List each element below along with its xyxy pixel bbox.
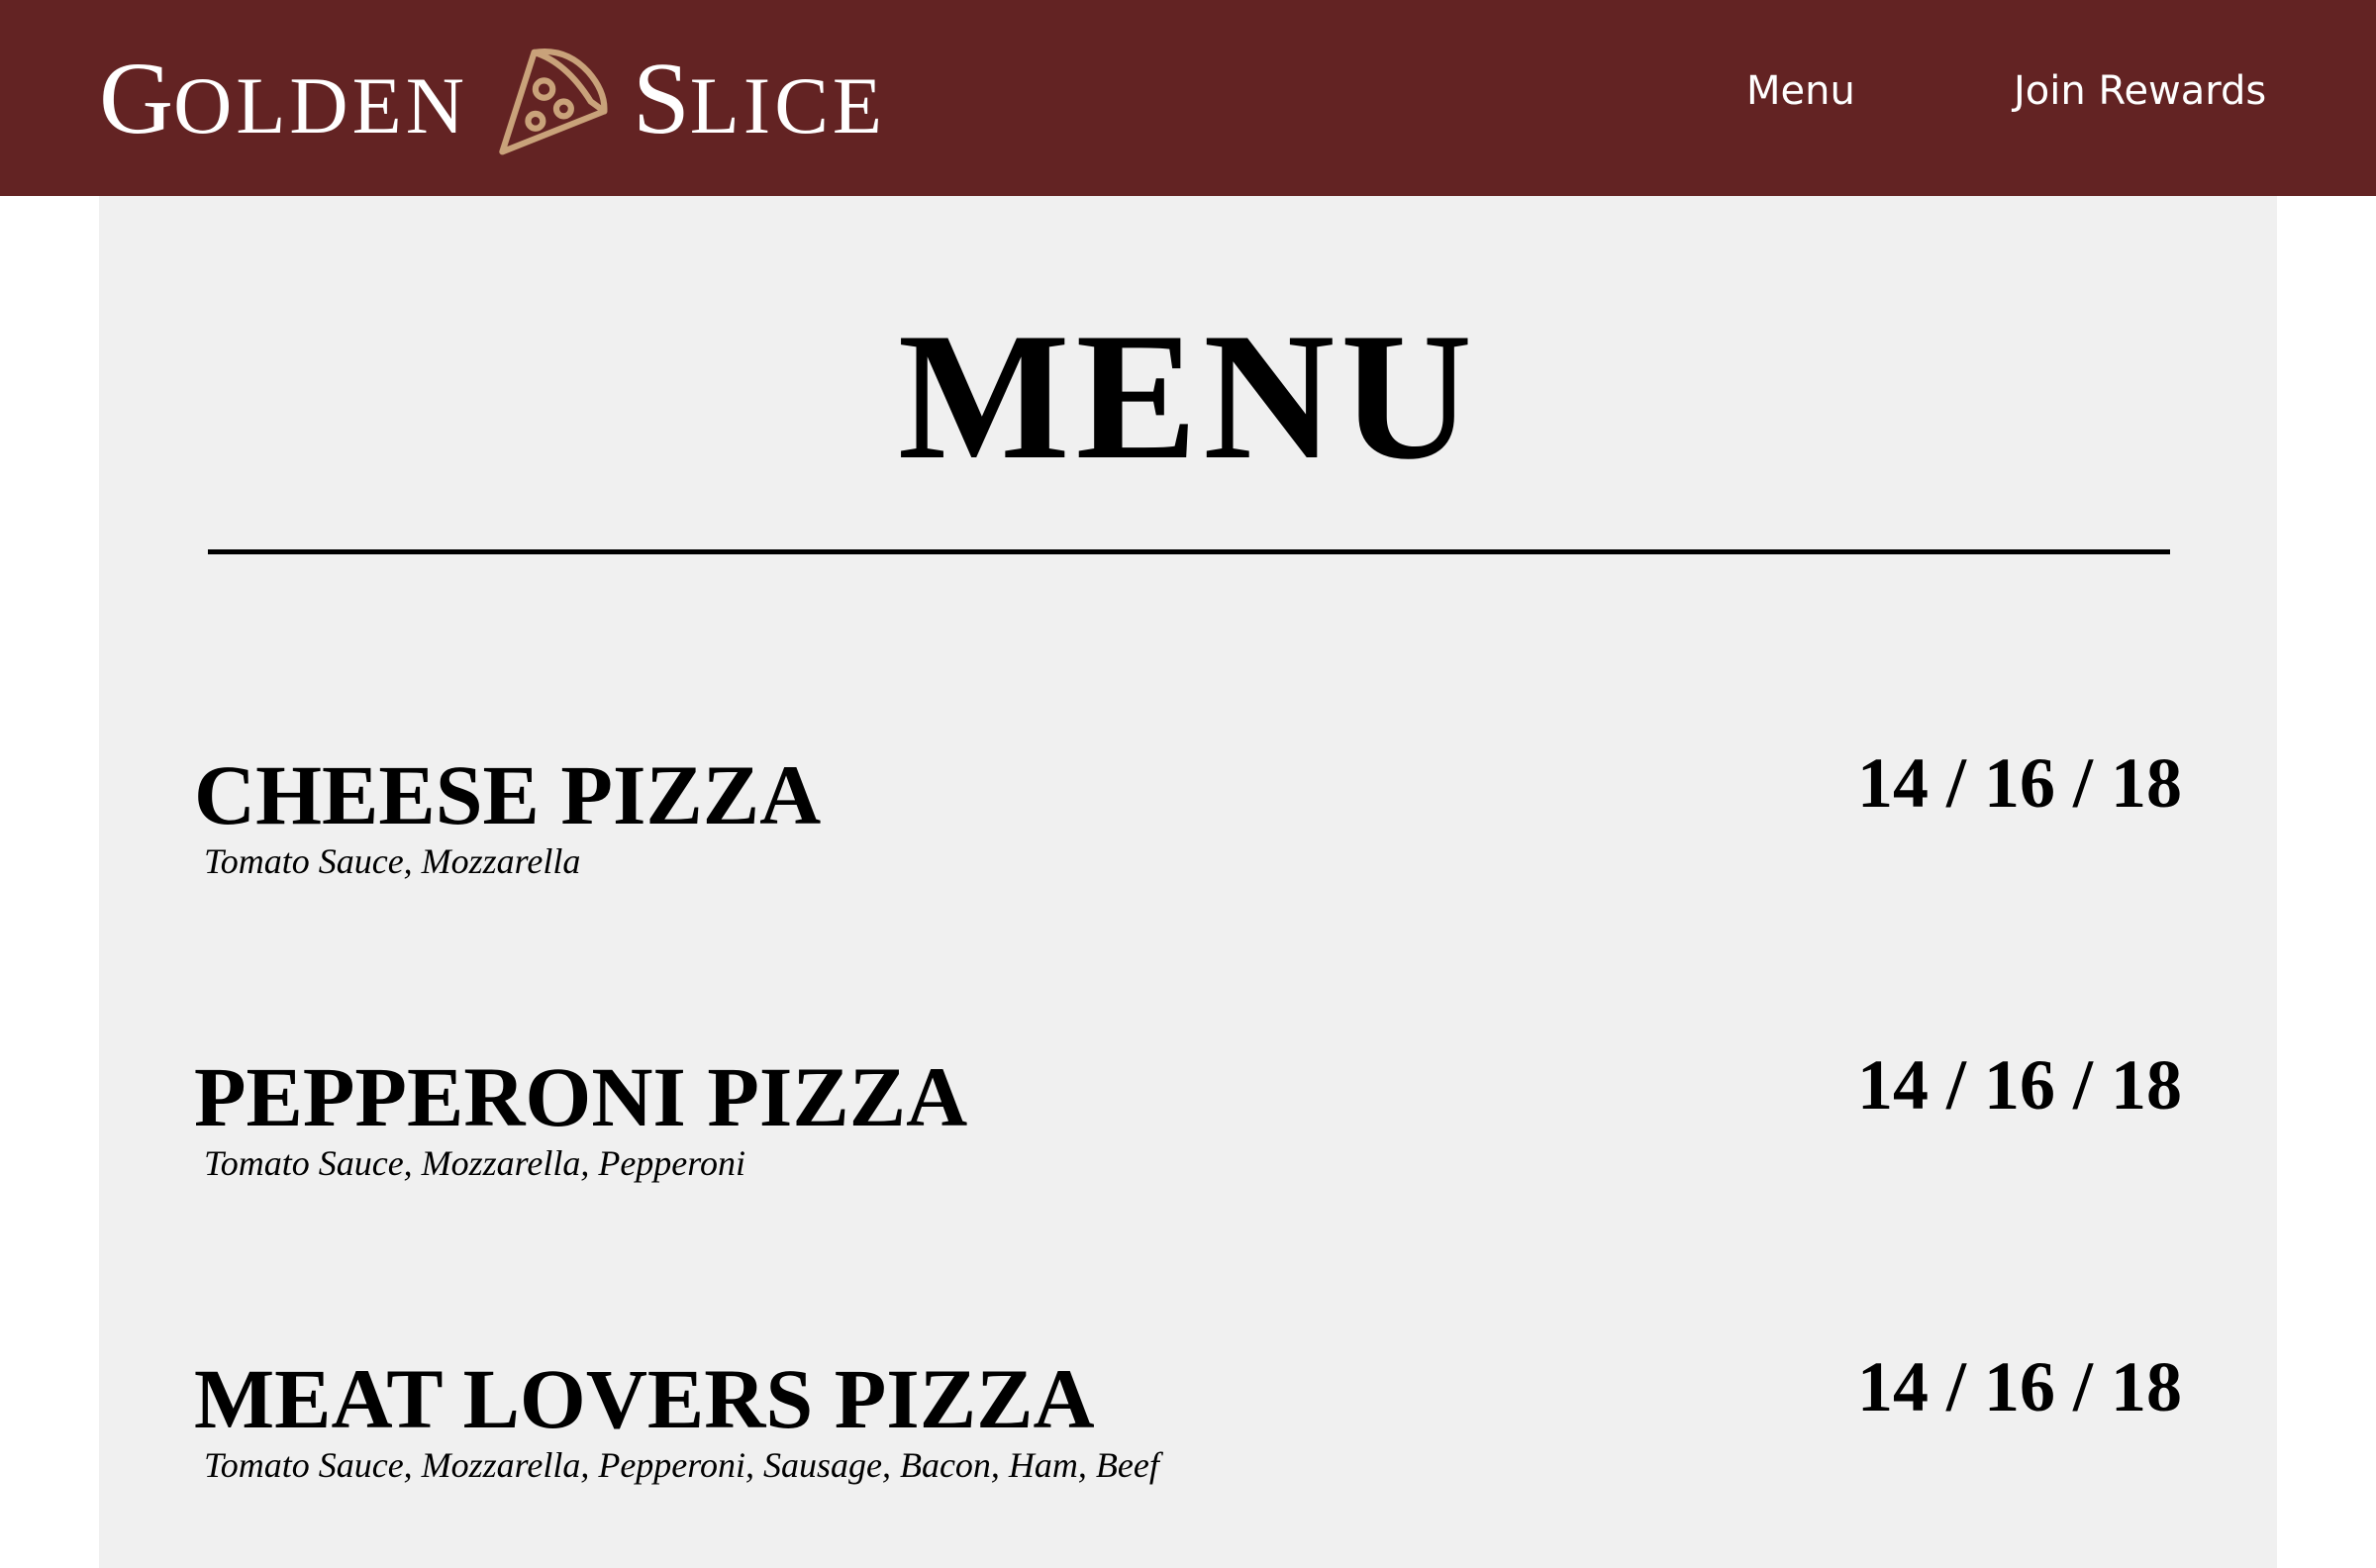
title-divider xyxy=(208,549,2170,554)
page-title: MENU xyxy=(897,295,1479,497)
menu-item-price: 14 / 16 / 18 xyxy=(1856,1045,2182,1125)
brand-part1-initial: G xyxy=(99,42,174,155)
nav-link-join-rewards[interactable]: Join Rewards xyxy=(2014,71,2266,111)
brand-logo[interactable]: G OLDEN S LICE xyxy=(99,38,886,160)
brand-name-part1: G OLDEN xyxy=(99,48,468,150)
menu-item-pepperoni-pizza: PEPPERONI PIZZA Tomato Sauce, Mozzarella… xyxy=(99,1049,2277,1203)
menu-item-name: CHEESE PIZZA xyxy=(194,747,822,842)
menu-item-cheese-pizza: CHEESE PIZZA Tomato Sauce, Mozzarella 14… xyxy=(99,747,2277,901)
nav-link-menu[interactable]: Menu xyxy=(1746,71,1855,111)
brand-part2-initial: S xyxy=(632,42,690,155)
menu-item-description: Tomato Sauce, Mozzarella, Pepperoni, Sau… xyxy=(204,1445,1159,1485)
brand-name-part2: S LICE xyxy=(633,48,886,150)
brand-part2-rest: LICE xyxy=(689,60,886,150)
menu-item-price: 14 / 16 / 18 xyxy=(1856,1347,2182,1426)
menu-panel: MENU CHEESE PIZZA Tomato Sauce, Mozzarel… xyxy=(99,196,2277,1568)
pizza-slice-icon xyxy=(499,49,608,155)
menu-item-meat-lovers-pizza: MEAT LOVERS PIZZA Tomato Sauce, Mozzarel… xyxy=(99,1351,2277,1505)
menu-item-price: 14 / 16 / 18 xyxy=(1856,743,2182,823)
brand-part1-rest: OLDEN xyxy=(173,60,468,150)
site-header: G OLDEN S LICE Menu Join Rewards xyxy=(0,0,2376,196)
menu-item-description: Tomato Sauce, Mozzarella, Pepperoni xyxy=(204,1143,745,1183)
menu-item-description: Tomato Sauce, Mozzarella xyxy=(204,841,581,881)
menu-item-name: PEPPERONI PIZZA xyxy=(194,1049,968,1144)
menu-item-name: MEAT LOVERS PIZZA xyxy=(194,1351,1095,1446)
